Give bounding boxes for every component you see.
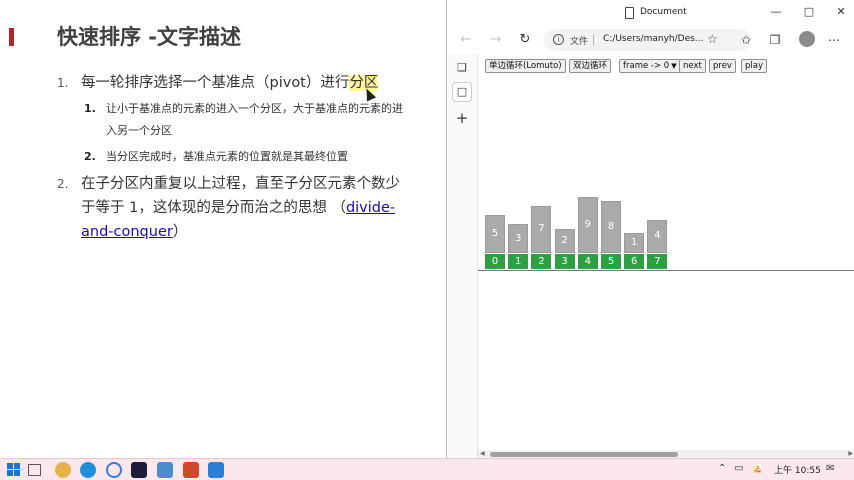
add-favorite-icon[interactable]: ☆ <box>707 32 718 46</box>
sublist-number: 1. <box>84 102 96 115</box>
title-marker <box>9 28 14 46</box>
windows-start-icon[interactable] <box>6 462 22 478</box>
frame-select[interactable]: frame -> 0 ▼ <box>619 59 681 73</box>
edge-browser-icon[interactable] <box>80 462 96 478</box>
index-label: 5 <box>601 254 621 269</box>
slide-panel: 快速排序 -文字描述 1. 每一轮排序选择一个基准点（pivot）进行分区 1.… <box>0 0 446 458</box>
vscode-icon[interactable] <box>208 462 224 478</box>
horizontal-scrollbar[interactable]: ◀ ▶ <box>478 450 854 458</box>
forward-arrow-icon[interactable]: → <box>487 31 505 49</box>
favorites-icon[interactable]: ✩ <box>737 31 755 49</box>
browser-toolbar: ← → ↻ i 文件 C:/Users/manyh/Des... ☆ ✩ ❐ ⋯ <box>447 26 854 54</box>
index-label: 4 <box>577 254 598 269</box>
bar-value-label: 9 <box>584 218 591 230</box>
url-text[interactable]: C:/Users/manyh/Des... <box>603 34 703 44</box>
clock[interactable]: 上午 10:55 <box>774 463 821 476</box>
browser-window: Document — □ ✕ ← → ↻ i 文件 C:/Users/manyh… <box>446 0 854 458</box>
next-button[interactable]: next <box>679 59 706 73</box>
tab-document-icon[interactable]: □ <box>452 82 472 102</box>
address-bar[interactable]: i 文件 C:/Users/manyh/Des... ☆ <box>543 29 751 51</box>
chevron-up-icon[interactable]: ⌃ <box>718 463 726 474</box>
address-separator <box>593 34 594 46</box>
scroll-right-icon[interactable]: ▶ <box>848 450 853 458</box>
bar-value-label: 8 <box>607 221 615 233</box>
list-text-main: 每一轮排序选择一个基准点（pivot）进行 <box>81 75 350 91</box>
tab-actions-icon[interactable]: ❏ <box>454 60 470 76</box>
index-label: 0 <box>485 254 505 269</box>
chevron-down-icon: ▼ <box>671 62 677 70</box>
network-icon[interactable]: ▭ <box>734 463 743 474</box>
double-loop-button[interactable]: 双边循环 <box>569 59 612 73</box>
index-label: 6 <box>624 254 645 269</box>
task-view-icon[interactable] <box>28 464 41 476</box>
bar-value-label: 2 <box>561 234 568 246</box>
info-icon[interactable]: i <box>553 34 564 45</box>
list-text-tail: ） <box>172 224 188 240</box>
prev-button[interactable]: prev <box>709 59 736 73</box>
refresh-icon[interactable]: ↻ <box>516 31 534 49</box>
list-number: 1. <box>57 76 69 90</box>
more-options-icon[interactable]: ⋯ <box>825 31 843 49</box>
ime-indicator[interactable]: 英 <box>755 463 763 474</box>
page-content: 单边循环(Lomuto) 双边循环 frame -> 0 ▼ next prev … <box>478 54 854 458</box>
chart-baseline <box>478 270 854 271</box>
bar-value-label: 5 <box>491 228 499 240</box>
play-button[interactable]: play <box>741 59 767 73</box>
bar-value-label: 1 <box>631 237 638 249</box>
taskbar: ⌃ ▭ ▲ 英 上午 10:55 ✉ <box>0 458 854 480</box>
image-app-icon[interactable] <box>157 462 173 478</box>
title-bar: Document — □ ✕ <box>447 0 854 26</box>
window-title: Document <box>640 7 687 17</box>
scrollbar-thumb[interactable] <box>490 452 678 457</box>
powerpoint-icon[interactable] <box>183 462 199 478</box>
close-icon[interactable]: ✕ <box>832 4 850 20</box>
vertical-tab-sidebar: ❏ □ + <box>447 54 478 458</box>
list-text: 在子分区内重复以上过程，直至子分区元素个数少于等于 1，这体现的是分而治之的思想… <box>81 172 401 244</box>
quicksort-bar-chart: 5031722394851647 <box>478 174 854 274</box>
lomuto-button[interactable]: 单边循环(Lomuto) <box>485 59 566 73</box>
bar-value-label: 4 <box>654 230 661 242</box>
sublist-text: 当分区完成时，基准点元素的位置就是其最终位置 <box>106 150 348 163</box>
bar-value-label: 3 <box>515 232 522 244</box>
new-tab-icon[interactable]: + <box>454 110 470 126</box>
back-arrow-icon[interactable]: ← <box>457 31 475 49</box>
document-icon <box>625 7 634 19</box>
index-label: 2 <box>531 254 552 269</box>
slide-title: 快速排序 -文字描述 <box>57 25 242 49</box>
app-icon[interactable] <box>106 462 122 478</box>
profile-avatar[interactable] <box>799 31 815 47</box>
index-label: 1 <box>508 254 529 269</box>
browser-app-icon[interactable] <box>55 462 71 478</box>
sublist-number: 2. <box>84 150 96 163</box>
frame-select-value: frame -> 0 <box>623 61 670 71</box>
notification-icon[interactable]: ✉ <box>826 463 834 474</box>
maximize-icon[interactable]: □ <box>800 4 818 20</box>
minimize-icon[interactable]: — <box>767 4 785 20</box>
sublist-text: 让小于基准点的元素的进入一个分区，大于基准点的元素的进入另一个分区 <box>106 102 403 137</box>
collections-icon[interactable]: ❐ <box>766 31 784 49</box>
ide-icon[interactable] <box>131 462 147 478</box>
index-label: 7 <box>647 254 668 269</box>
bar-value-label: 7 <box>538 223 545 235</box>
list-number: 2. <box>57 177 69 191</box>
url-scheme: 文件 <box>570 37 589 47</box>
index-label: 3 <box>554 254 575 269</box>
list-text: 每一轮排序选择一个基准点（pivot）进行分区 <box>81 71 401 95</box>
scroll-left-icon[interactable]: ◀ <box>480 450 485 458</box>
